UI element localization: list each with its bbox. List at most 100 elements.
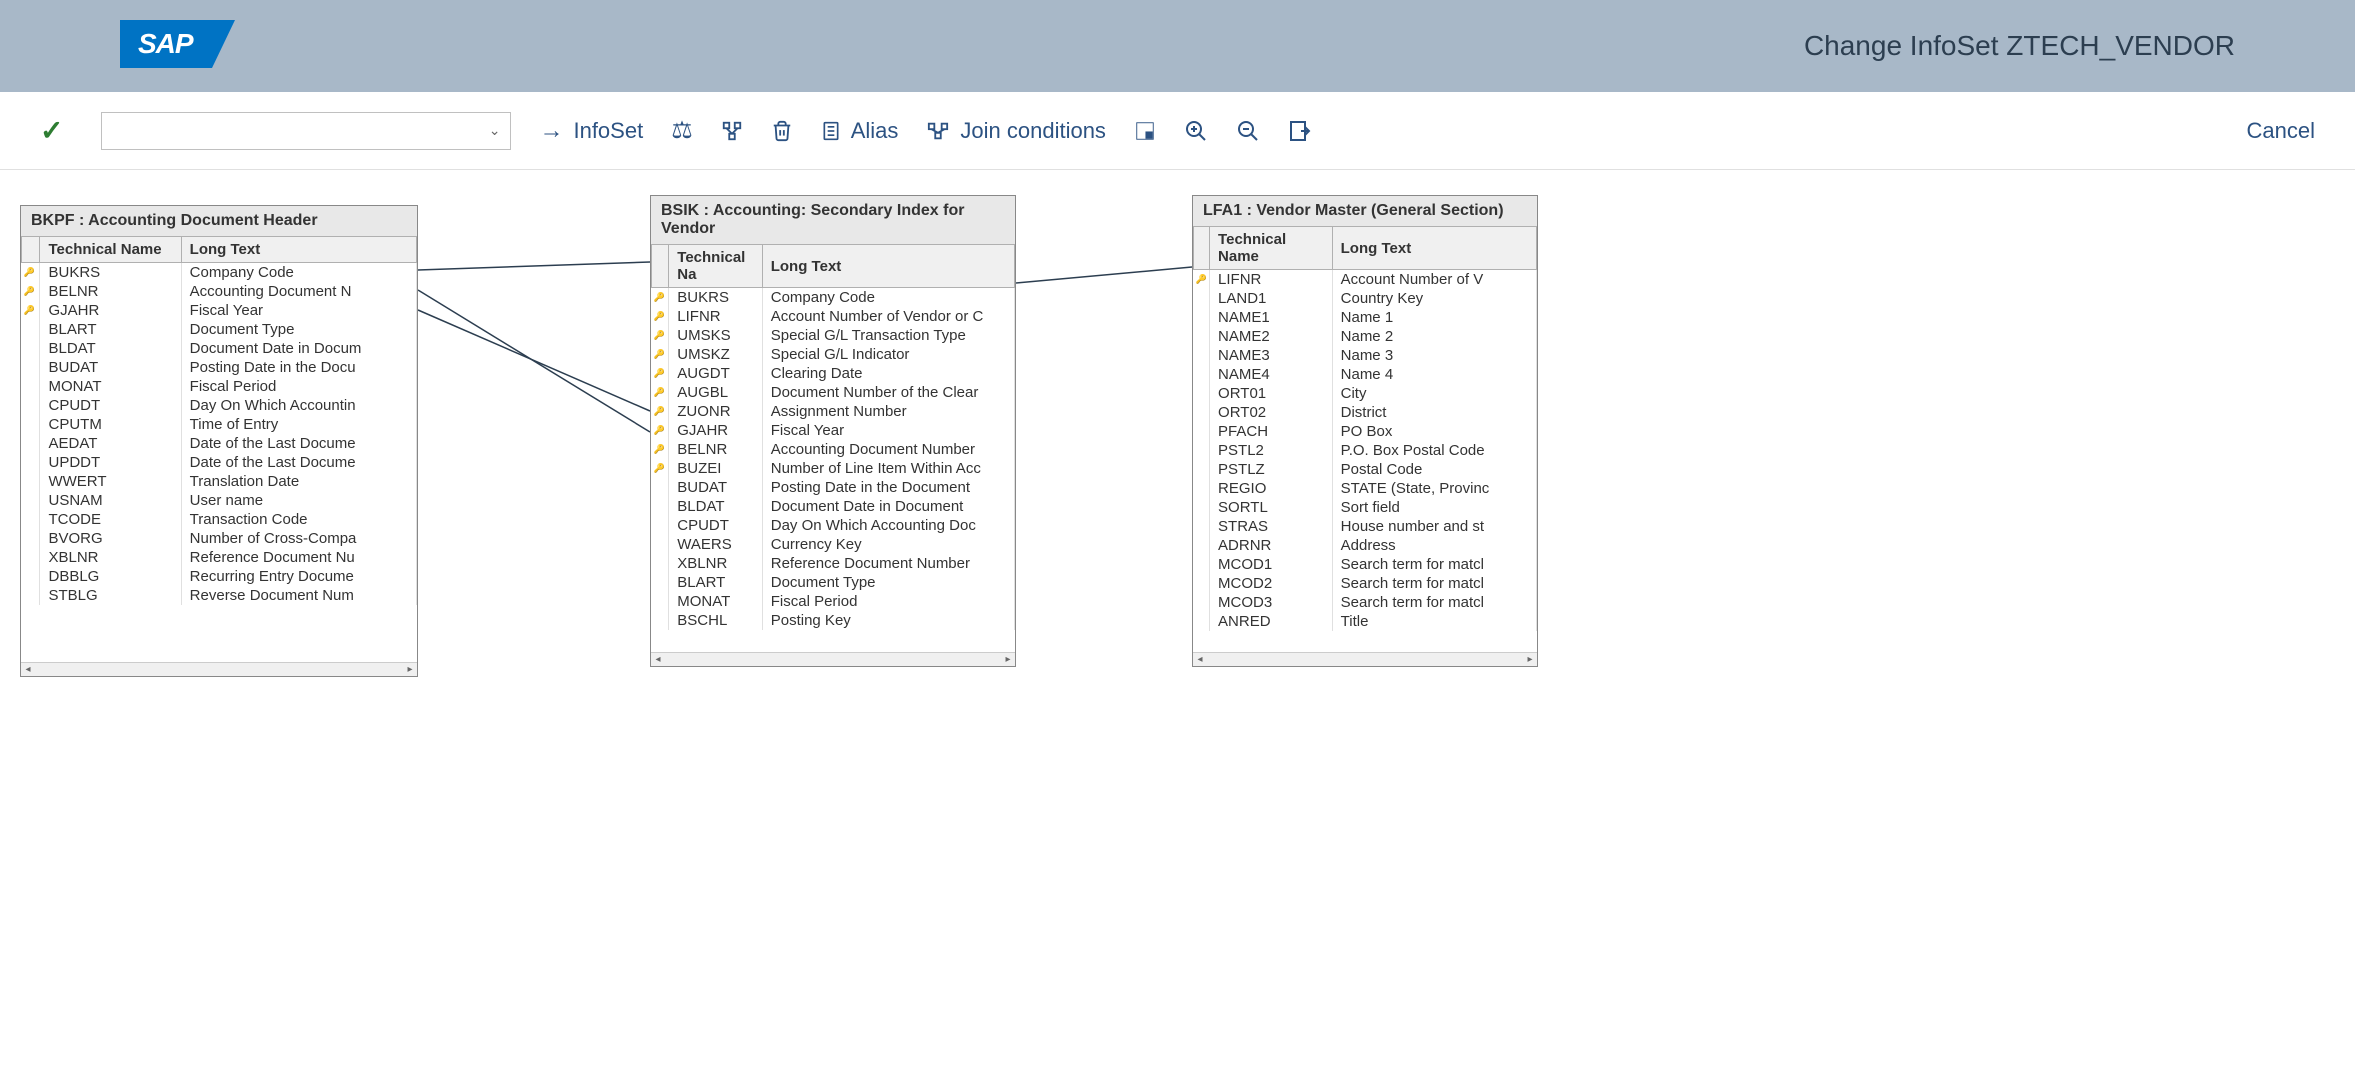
table-row[interactable]: USNAMUser name	[22, 491, 417, 510]
table-row[interactable]: 🔑UMSKSSpecial G/L Transaction Type	[652, 326, 1015, 345]
table-row[interactable]: MONATFiscal Period	[22, 377, 417, 396]
cancel-button[interactable]: Cancel	[2247, 118, 2315, 144]
table-row[interactable]: LAND1Country Key	[1194, 289, 1537, 308]
table-row[interactable]: 🔑LIFNRAccount Number of V	[1194, 270, 1537, 290]
table-row[interactable]: MCOD2Search term for matcl	[1194, 574, 1537, 593]
column-header-tech[interactable]: Technical Name	[1210, 227, 1333, 270]
field-tech-name: ADRNR	[1210, 536, 1333, 555]
column-header-text[interactable]: Long Text	[1332, 227, 1536, 270]
table-row[interactable]: ADRNRAddress	[1194, 536, 1537, 555]
column-header-tech[interactable]: Technical Na	[669, 245, 762, 288]
table-row[interactable]: CPUDTDay On Which Accountin	[22, 396, 417, 415]
field-tech-name: PSTL2	[1210, 441, 1333, 460]
table-row[interactable]: 🔑UMSKZSpecial G/L Indicator	[652, 345, 1015, 364]
table-row[interactable]: BLDATDocument Date in Docum	[22, 339, 417, 358]
exit-icon[interactable]	[1288, 119, 1312, 143]
table-row[interactable]: CPUTMTime of Entry	[22, 415, 417, 434]
table-row[interactable]: STRASHouse number and st	[1194, 517, 1537, 536]
column-header-tech[interactable]: Technical Name	[40, 237, 181, 263]
table-row[interactable]: BVORGNumber of Cross-Compa	[22, 529, 417, 548]
scroll-right-icon[interactable]: ▸	[403, 664, 417, 675]
field-tech-name: NAME3	[1210, 346, 1333, 365]
table-row[interactable]: 🔑BUKRSCompany Code	[652, 288, 1015, 308]
table-row[interactable]: 🔑BUKRSCompany Code	[22, 263, 417, 283]
table-row[interactable]: BSCHLPosting Key	[652, 611, 1015, 630]
horizontal-scrollbar[interactable]: ◂ ▸	[1193, 652, 1537, 666]
table-row[interactable]: WAERSCurrency Key	[652, 535, 1015, 554]
table-row[interactable]: 🔑AUGBLDocument Number of the Clear	[652, 383, 1015, 402]
scroll-right-icon[interactable]: ▸	[1523, 654, 1537, 665]
table-row[interactable]: STBLGReverse Document Num	[22, 586, 417, 605]
table-row[interactable]: NAME2Name 2	[1194, 327, 1537, 346]
field-tech-name: LIFNR	[1210, 270, 1333, 290]
table-row[interactable]: DBBLGRecurring Entry Docume	[22, 567, 417, 586]
field-tech-name: BVORG	[40, 529, 181, 548]
join-canvas[interactable]: BKPF : Accounting Document Header Techni…	[0, 170, 2355, 1069]
column-header-text[interactable]: Long Text	[181, 237, 416, 263]
field-tech-name: CPUTM	[40, 415, 181, 434]
table-row[interactable]: 🔑AUGDTClearing Date	[652, 364, 1015, 383]
zoom-out-icon[interactable]	[1236, 119, 1260, 143]
table-row[interactable]: AEDATDate of the Last Docume	[22, 434, 417, 453]
accept-button[interactable]: ✓	[40, 114, 63, 147]
scroll-right-icon[interactable]: ▸	[1001, 654, 1015, 665]
table-row[interactable]: 🔑GJAHRFiscal Year	[652, 421, 1015, 440]
table-row[interactable]: REGIOSTATE (State, Provinc	[1194, 479, 1537, 498]
field-tech-name: AUGDT	[669, 364, 762, 383]
table-row[interactable]: CPUDTDay On Which Accounting Doc	[652, 516, 1015, 535]
alias-button[interactable]: Alias	[821, 118, 899, 144]
table-row[interactable]: SORTLSort field	[1194, 498, 1537, 517]
field-tech-name: ORT02	[1210, 403, 1333, 422]
table-row[interactable]: MCOD1Search term for matcl	[1194, 555, 1537, 574]
table-row[interactable]: MONATFiscal Period	[652, 592, 1015, 611]
table-row[interactable]: XBLNRReference Document Number	[652, 554, 1015, 573]
table-row[interactable]: UPDDTDate of the Last Docume	[22, 453, 417, 472]
key-icon	[1194, 555, 1210, 574]
table-row[interactable]: 🔑ZUONRAssignment Number	[652, 402, 1015, 421]
table-row[interactable]: WWERTTranslation Date	[22, 472, 417, 491]
table-row[interactable]: NAME4Name 4	[1194, 365, 1537, 384]
table-row[interactable]: NAME1Name 1	[1194, 308, 1537, 327]
scroll-left-icon[interactable]: ◂	[651, 654, 665, 665]
horizontal-scrollbar[interactable]: ◂ ▸	[651, 652, 1015, 666]
table-row[interactable]: 🔑BUZEINumber of Line Item Within Acc	[652, 459, 1015, 478]
table-row[interactable]: PFACHPO Box	[1194, 422, 1537, 441]
table-row[interactable]: BLARTDocument Type	[652, 573, 1015, 592]
table-row[interactable]: TCODETransaction Code	[22, 510, 417, 529]
table-row[interactable]: BLDATDocument Date in Document	[652, 497, 1015, 516]
table-bsik[interactable]: BSIK : Accounting: Secondary Index for V…	[650, 195, 1016, 667]
scales-icon[interactable]: ⚖	[671, 116, 693, 145]
table-row[interactable]: BUDATPosting Date in the Document	[652, 478, 1015, 497]
table-bkpf[interactable]: BKPF : Accounting Document Header Techni…	[20, 205, 418, 677]
hierarchy-icon[interactable]	[721, 120, 743, 142]
table-row[interactable]: PSTL2P.O. Box Postal Code	[1194, 441, 1537, 460]
table-row[interactable]: NAME3Name 3	[1194, 346, 1537, 365]
table-row[interactable]: XBLNRReference Document Nu	[22, 548, 417, 567]
zoom-in-icon[interactable]	[1184, 119, 1208, 143]
layout-icon[interactable]	[1134, 120, 1156, 142]
scroll-left-icon[interactable]: ◂	[21, 664, 35, 675]
field-long-text: Search term for matcl	[1332, 555, 1536, 574]
table-row[interactable]: 🔑BELNRAccounting Document Number	[652, 440, 1015, 459]
table-row[interactable]: MCOD3Search term for matcl	[1194, 593, 1537, 612]
table-row[interactable]: ORT02District	[1194, 403, 1537, 422]
table-row[interactable]: ORT01City	[1194, 384, 1537, 403]
table-row[interactable]: 🔑LIFNRAccount Number of Vendor or C	[652, 307, 1015, 326]
horizontal-scrollbar[interactable]: ◂ ▸	[21, 662, 417, 676]
table-row[interactable]: BUDATPosting Date in the Docu	[22, 358, 417, 377]
arrow-right-icon: →	[539, 117, 563, 145]
table-row[interactable]: BLARTDocument Type	[22, 320, 417, 339]
table-row[interactable]: 🔑BELNRAccounting Document N	[22, 282, 417, 301]
trash-icon[interactable]	[771, 118, 793, 144]
join-conditions-button[interactable]: Join conditions	[926, 118, 1106, 144]
field-long-text: Account Number of Vendor or C	[762, 307, 1014, 326]
command-dropdown[interactable]: ⌄	[101, 112, 511, 150]
scroll-left-icon[interactable]: ◂	[1193, 654, 1207, 665]
key-icon	[22, 396, 40, 415]
table-row[interactable]: 🔑GJAHRFiscal Year	[22, 301, 417, 320]
table-lfa1[interactable]: LFA1 : Vendor Master (General Section) T…	[1192, 195, 1538, 667]
column-header-text[interactable]: Long Text	[762, 245, 1014, 288]
table-row[interactable]: PSTLZPostal Code	[1194, 460, 1537, 479]
infoset-button[interactable]: → InfoSet	[539, 117, 643, 145]
table-row[interactable]: ANREDTitle	[1194, 612, 1537, 631]
